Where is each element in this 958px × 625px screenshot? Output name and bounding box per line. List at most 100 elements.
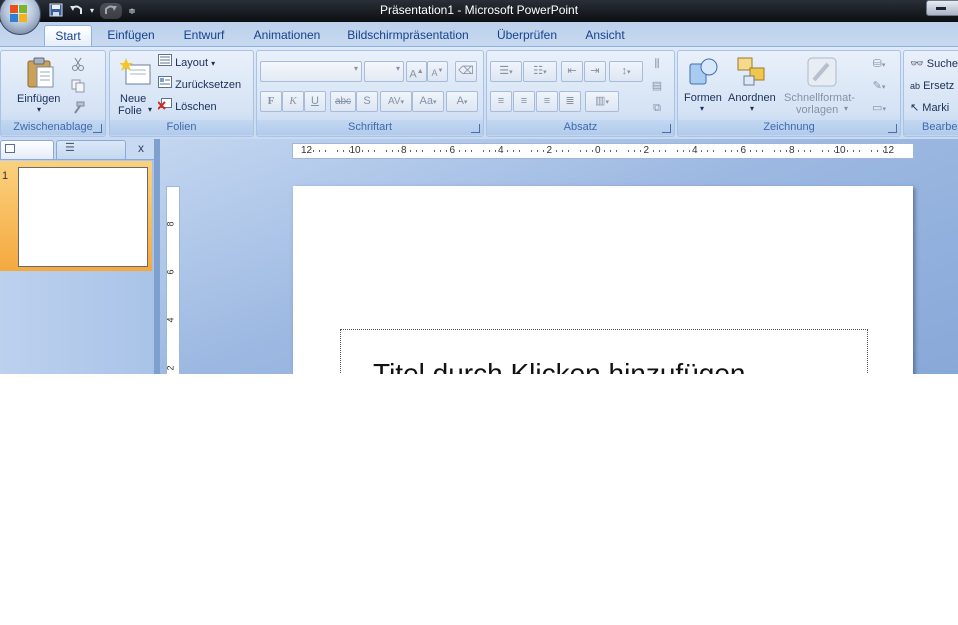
- ruler-tick: [579, 150, 581, 152]
- find-button[interactable]: 👓 Suche: [910, 55, 958, 73]
- font-name-combobox[interactable]: ▾: [260, 61, 362, 82]
- new-slide-label-line1: Neue: [120, 93, 147, 105]
- new-slide-icon: [120, 58, 151, 85]
- format-painter-icon[interactable]: [71, 101, 87, 117]
- increase-indent-button[interactable]: ⇥: [584, 61, 606, 82]
- tab-entwurf[interactable]: Entwurf: [176, 25, 232, 46]
- ruler-tick: [604, 150, 606, 152]
- select-button[interactable]: ↖ Marki: [910, 99, 949, 117]
- text-direction-button[interactable]: ⫼: [645, 55, 669, 74]
- horizontal-ruler[interactable]: 12 10 8 6 4 2 0 2 4 6 8 10 12: [292, 143, 914, 159]
- text-shadow-button[interactable]: S: [356, 91, 378, 112]
- quick-styles-button[interactable]: Schnellformat- vorlagen ▾: [782, 54, 862, 116]
- tab-start[interactable]: Start: [44, 25, 92, 47]
- font-name-dropdown-icon: ▾: [353, 64, 358, 73]
- find-label: Suche: [926, 58, 958, 70]
- slide-thumbnail[interactable]: [18, 167, 148, 267]
- clear-formatting-button[interactable]: ⌫: [455, 61, 477, 82]
- numbering-button[interactable]: ☷▾: [523, 61, 557, 82]
- shapes-dropdown-icon: ▾: [700, 104, 705, 113]
- convert-to-smartart-button[interactable]: ⧉: [645, 99, 669, 118]
- font-size-combobox[interactable]: ▾: [364, 61, 404, 82]
- font-color-button[interactable]: A▾: [446, 91, 478, 112]
- tab-bildschirmpraesentation[interactable]: Bildschirmpräsentation: [341, 25, 475, 46]
- title-bar: ▾ ≑ Präsentation1 - Microsoft PowerPoint: [0, 0, 958, 22]
- ruler-label: 10: [349, 145, 361, 156]
- title-placeholder[interactable]: Titel durch Klicken hinzufügen: [340, 329, 868, 374]
- grow-font-button[interactable]: A▲: [406, 61, 427, 82]
- align-center-button[interactable]: ≡: [513, 91, 535, 112]
- justify-button[interactable]: ≣: [559, 91, 581, 112]
- align-center-icon: ≡: [520, 95, 528, 107]
- ruler-tick: [319, 150, 321, 152]
- minimize-button[interactable]: [926, 0, 958, 16]
- layout-label: Layout: [175, 57, 209, 69]
- copy-icon[interactable]: [71, 79, 87, 95]
- ruler-tick: [798, 150, 800, 152]
- new-slide-button[interactable]: Neue Folie ▾: [114, 55, 156, 117]
- slide-editor: 12 10 8 6 4 2 0 2 4 6 8 10 12 8 6 4 2 Titel durch Klick…: [160, 139, 958, 374]
- ruler-tick: [482, 150, 484, 152]
- tab-einfuegen[interactable]: Einfügen: [100, 25, 162, 46]
- columns-icon: ▥: [595, 95, 606, 107]
- ruler-tick: [488, 150, 490, 152]
- tab-ansicht[interactable]: Ansicht: [578, 25, 632, 46]
- shrink-font-button[interactable]: A▼: [427, 61, 448, 82]
- drawing-dialog-launcher-icon[interactable]: [888, 124, 897, 133]
- slide-canvas[interactable]: Titel durch Klicken hinzufügen: [293, 186, 913, 374]
- paragraph-dialog-launcher-icon[interactable]: [662, 124, 671, 133]
- ruler-label: 12: [301, 145, 313, 156]
- reset-button[interactable]: Zurücksetzen: [158, 76, 241, 94]
- layout-icon: [158, 54, 172, 72]
- align-text-button[interactable]: ▤: [645, 77, 669, 96]
- delete-slide-button[interactable]: Löschen: [157, 98, 217, 116]
- cut-icon[interactable]: [71, 57, 87, 73]
- ruler-tick: [410, 150, 412, 152]
- ruler-tick: [367, 150, 369, 152]
- ruler-label: 4: [498, 145, 504, 156]
- clipboard-group-label: Zwischenablage: [1, 120, 105, 135]
- tab-animationen[interactable]: Animationen: [247, 25, 327, 46]
- character-spacing-button[interactable]: AV▾: [380, 91, 412, 112]
- shape-outline-button[interactable]: ✎▾: [864, 77, 894, 96]
- ruler-tick: [446, 150, 448, 152]
- new-slide-label-line2: Folie: [118, 105, 142, 117]
- tab-ueberpruefen[interactable]: Überprüfen: [489, 25, 565, 46]
- bold-button[interactable]: F: [260, 91, 282, 112]
- columns-button[interactable]: ▥▾: [585, 91, 619, 112]
- bullets-button[interactable]: ☰▾: [490, 61, 522, 82]
- vertical-ruler[interactable]: 8 6 4 2: [166, 186, 180, 374]
- ruler-tick: [325, 150, 327, 152]
- close-pane-icon[interactable]: x: [138, 141, 144, 155]
- decrease-indent-button[interactable]: ⇤: [561, 61, 583, 82]
- shape-fill-button[interactable]: ⛁▾: [864, 55, 894, 74]
- ruler-label: 0: [595, 145, 601, 156]
- shapes-icon: [689, 58, 718, 85]
- align-right-button[interactable]: ≡: [536, 91, 558, 112]
- align-left-button[interactable]: ≡: [490, 91, 512, 112]
- shape-effects-button[interactable]: ▭▾: [864, 99, 894, 118]
- arrange-button[interactable]: Anordnen ▾: [726, 54, 780, 116]
- font-color-icon: A: [456, 95, 464, 107]
- underline-button[interactable]: U: [304, 91, 326, 112]
- ruler-label: 8: [401, 145, 407, 156]
- change-case-button[interactable]: Aa▾: [412, 91, 444, 112]
- strikethrough-button[interactable]: abc: [330, 91, 356, 112]
- tab-slides[interactable]: [0, 140, 54, 159]
- tab-outline[interactable]: ☰: [56, 140, 126, 159]
- shapes-button[interactable]: Formen ▾: [682, 54, 724, 116]
- font-dialog-launcher-icon[interactable]: [471, 124, 480, 133]
- ruler-tick: [555, 150, 557, 152]
- ribbon-tabs: Start Einfügen Entwurf Animationen Bilds…: [0, 22, 958, 47]
- new-slide-dropdown-icon: ▾: [148, 105, 153, 114]
- replace-button[interactable]: ab Ersetz: [910, 77, 954, 95]
- line-spacing-button[interactable]: ↕▾: [609, 61, 643, 82]
- clipboard-dialog-launcher-icon[interactable]: [93, 124, 102, 133]
- layout-button[interactable]: Layout ▾: [158, 54, 215, 72]
- ruler-label: 2: [643, 145, 650, 156]
- italic-button[interactable]: K: [282, 91, 304, 112]
- slide-thumbnail-row[interactable]: 1: [0, 161, 152, 271]
- office-logo-icon: [10, 5, 28, 23]
- ruler-tick: [337, 150, 339, 152]
- paste-button[interactable]: Einfügen ▾: [13, 55, 67, 115]
